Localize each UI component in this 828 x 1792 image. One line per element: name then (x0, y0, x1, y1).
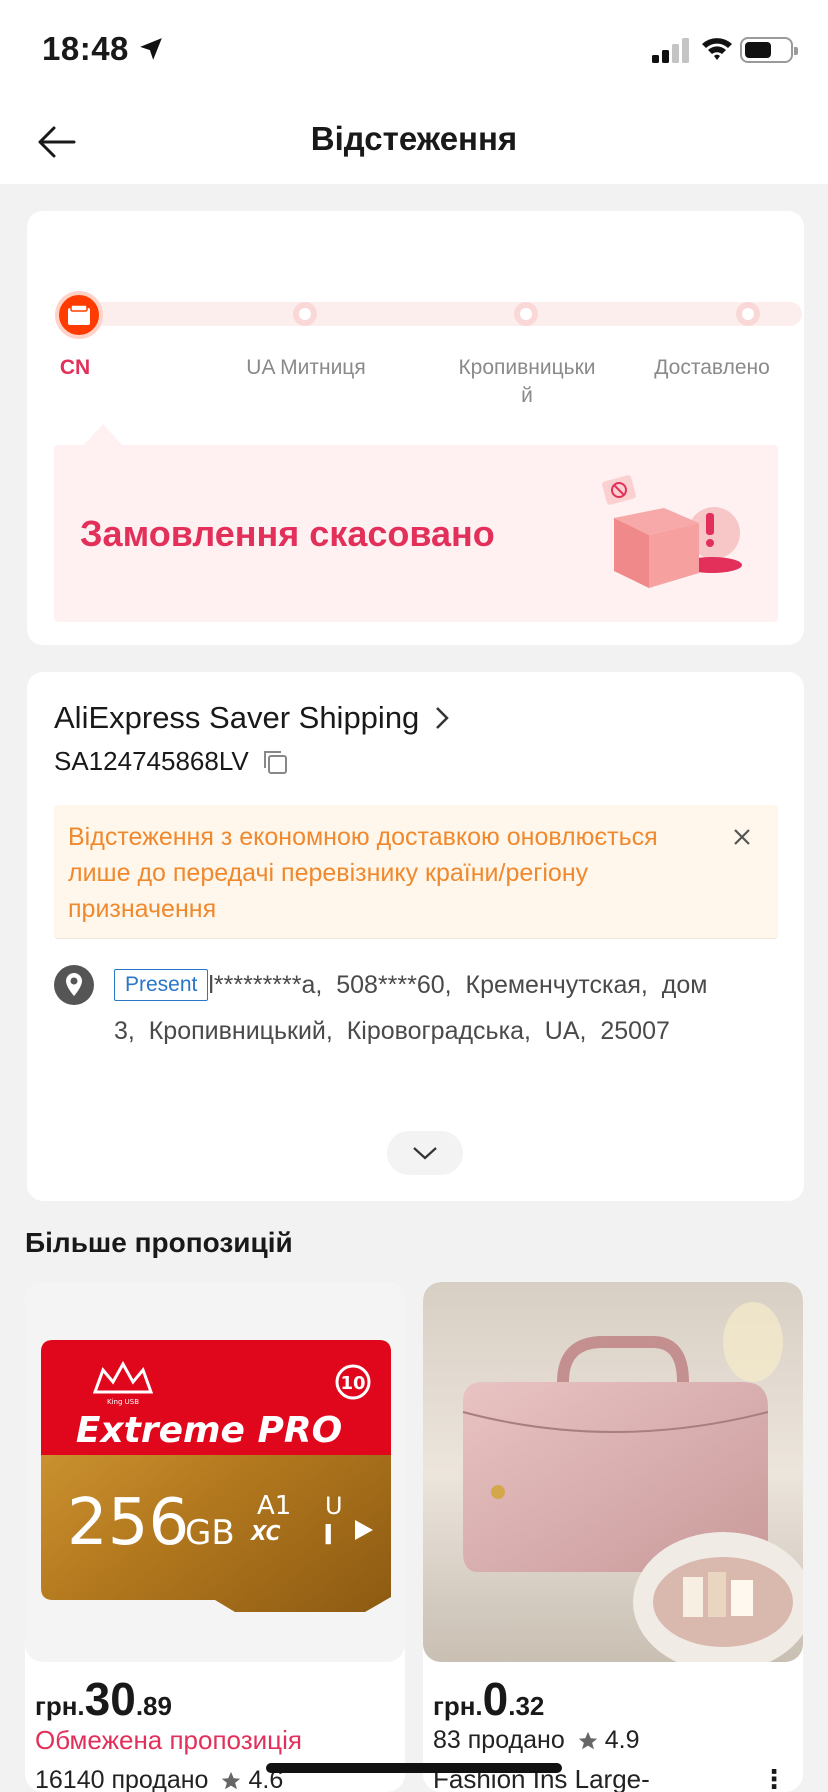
limited-offer-label: Обмежена пропозиція (35, 1725, 302, 1755)
delivery-address: Present l*********а, 508****60, Кременчут… (114, 962, 774, 1054)
package-icon (68, 304, 90, 325)
tracking-notice: Відстеження з економною доставкою оновлю… (54, 805, 778, 939)
svg-text:A1: A1 (257, 1491, 291, 1521)
cellular-signal-icon (652, 38, 689, 63)
copy-icon[interactable] (261, 748, 289, 776)
tracking-notice-text: Відстеження з економною доставкою оновлю… (68, 823, 658, 923)
address-line-1: l*********а, 508****60, Кременчутская, д… (208, 971, 708, 999)
location-arrow-icon (140, 38, 162, 60)
shipping-info-card: AliExpress Saver Shipping SA124745868LV … (27, 672, 804, 1201)
tracking-progress-card: CN UA Митниця Кропивницьки й Доставлено … (27, 211, 804, 645)
product-card-bag[interactable]: грн.0.32 83 продано 4.9 Fashion Ins Larg… (423, 1282, 803, 1792)
page-title: Відстеження (310, 120, 518, 157)
nav-bar: Відстеження (0, 100, 828, 184)
battery-icon (740, 37, 798, 63)
address-line-2: 3, Кропивницький, Кіровоградська, UA, 25… (114, 1017, 670, 1045)
step-label-delivered: Доставлено (654, 356, 770, 379)
status-time: 18:48 (42, 30, 129, 67)
chevron-down-icon (413, 1147, 437, 1160)
product-price: грн.30.89 (35, 1672, 172, 1726)
more-options-icon[interactable]: ⋮ (761, 1764, 787, 1792)
cancelled-box-illustration (602, 475, 742, 588)
svg-text:U: U (325, 1492, 343, 1520)
home-indicator[interactable] (266, 1763, 562, 1773)
price-decimal: .32 (508, 1691, 545, 1721)
star-icon (222, 1771, 241, 1789)
product-card-sd[interactable]: King USB 10 Extreme PRO 256 GB A1 XC U I… (25, 1282, 405, 1792)
address-badge: Present (114, 969, 209, 1001)
step-dot-customs (293, 302, 317, 326)
svg-text:King USB: King USB (107, 1398, 139, 1406)
progress-track (82, 302, 802, 326)
price-integer: 0 (482, 1673, 509, 1725)
order-status-text: Замовлення скасовано (80, 513, 495, 554)
svg-text:256: 256 (67, 1486, 189, 1560)
step-active-cn (55, 291, 103, 339)
sold-count: 83 продано (433, 1726, 565, 1754)
star-icon (578, 1731, 597, 1749)
svg-text:Extreme PRO: Extreme PRO (76, 1410, 342, 1451)
svg-text:XC: XC (249, 1521, 281, 1545)
step-label-cn: CN (59, 356, 91, 379)
shipping-method-link[interactable]: AliExpress Saver Shipping (54, 700, 450, 736)
tracking-number-row: SA124745868LV (54, 746, 289, 777)
chevron-right-icon (436, 707, 450, 729)
step-label-customs: UA Митниця (246, 356, 366, 379)
svg-text:10: 10 (340, 1373, 365, 1394)
step-label-city: Кропивницьки й (458, 356, 596, 407)
product-image-sd-card: King USB 10 Extreme PRO 256 GB A1 XC U I (25, 1282, 405, 1662)
rating-value: 4.9 (604, 1726, 640, 1754)
order-status-box: Замовлення скасовано (54, 445, 778, 622)
svg-text:GB: GB (185, 1513, 235, 1553)
sold-count: 16140 продано (35, 1766, 209, 1792)
wifi-icon (702, 38, 732, 60)
price-decimal: .89 (135, 1691, 172, 1721)
price-integer: 30 (84, 1673, 136, 1725)
step-dot-delivered (736, 302, 760, 326)
product-price: грн.0.32 (433, 1672, 544, 1726)
more-offers-title: Більше пропозицій (25, 1227, 293, 1258)
location-pin-icon (54, 965, 94, 1005)
sold-rating-row: 16140 продано 4.6 (35, 1766, 283, 1792)
step-dot-city (514, 302, 538, 326)
shipping-method-label: AliExpress Saver Shipping (54, 700, 420, 735)
close-icon[interactable] (732, 827, 752, 847)
sold-rating-row: 83 продано 4.9 (433, 1726, 640, 1755)
svg-text:I: I (323, 1518, 333, 1551)
price-currency: грн. (35, 1691, 85, 1721)
tracking-number: SA124745868LV (54, 746, 249, 776)
status-pointer (83, 424, 123, 446)
status-bar: 18:48 (0, 0, 828, 100)
expand-button[interactable] (387, 1131, 463, 1175)
product-image-cosmetic-bag (423, 1282, 803, 1662)
price-currency: грн. (433, 1691, 483, 1721)
